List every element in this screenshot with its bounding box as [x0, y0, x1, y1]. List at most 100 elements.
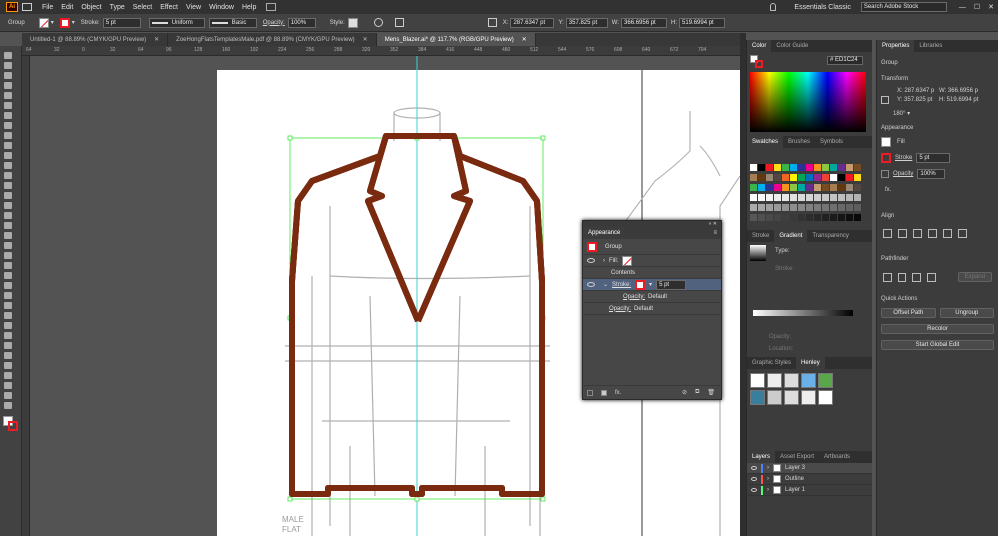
- swatch-chip[interactable]: [782, 174, 789, 181]
- tab-artboards[interactable]: Artboards: [819, 451, 855, 463]
- close-icon[interactable]: ✕: [154, 36, 159, 43]
- swatch-chip[interactable]: [758, 194, 765, 201]
- graphic-style-swatch[interactable]: [750, 390, 765, 405]
- tool-button[interactable]: [4, 52, 12, 59]
- menu-object[interactable]: Object: [77, 4, 105, 11]
- swatches-grid[interactable]: [747, 148, 872, 230]
- graphic-style-swatch[interactable]: [750, 373, 765, 388]
- recolor-icon[interactable]: [373, 18, 383, 27]
- swatch-chip[interactable]: [766, 204, 773, 211]
- home-icon[interactable]: [22, 3, 32, 11]
- layer-name[interactable]: Outline: [785, 476, 804, 482]
- swatch-chip[interactable]: [758, 214, 765, 221]
- appearance-stroke-weight[interactable]: 5 pt: [656, 279, 687, 290]
- prop-h[interactable]: H: 519.6994 pt: [939, 97, 983, 103]
- tab-henley[interactable]: Henley: [796, 357, 825, 369]
- tool-button[interactable]: [4, 372, 12, 379]
- swatch-chip[interactable]: [854, 174, 861, 181]
- swatch-chip[interactable]: [814, 174, 821, 181]
- add-stroke-icon[interactable]: [587, 389, 593, 396]
- swatch-chip[interactable]: [782, 204, 789, 211]
- tool-button[interactable]: [4, 222, 12, 229]
- align-button[interactable]: [928, 229, 937, 238]
- graphic-style-swatch[interactable]: [801, 373, 816, 388]
- tool-button[interactable]: [4, 202, 12, 209]
- expand-button[interactable]: Expand: [957, 272, 992, 282]
- tab-untitled[interactable]: Untitled-1 @ 88.89% (CMYK/GPU Preview) ✕: [22, 33, 169, 46]
- swatch-chip[interactable]: [798, 214, 805, 221]
- swatch-chip[interactable]: [790, 164, 797, 171]
- tab-libraries[interactable]: Libraries: [914, 40, 947, 52]
- swatch-chip[interactable]: [854, 214, 861, 221]
- prop-y[interactable]: Y: 357.825 pt: [897, 97, 937, 103]
- swatch-chip[interactable]: [766, 174, 773, 181]
- tool-button[interactable]: [4, 292, 12, 299]
- swatch-chip[interactable]: [830, 174, 837, 181]
- swatch-chip[interactable]: [782, 164, 789, 171]
- tool-button[interactable]: [4, 362, 12, 369]
- color-spectrum[interactable]: [750, 72, 866, 132]
- expand-icon[interactable]: ›: [767, 487, 769, 493]
- tool-button[interactable]: [4, 302, 12, 309]
- menu-window[interactable]: Window: [205, 4, 238, 11]
- close-button[interactable]: ✕: [984, 3, 998, 11]
- tab-layers[interactable]: Layers: [747, 451, 776, 463]
- tool-button[interactable]: [4, 112, 12, 119]
- swatch-chip[interactable]: [854, 164, 861, 171]
- eye-icon[interactable]: [587, 282, 595, 287]
- eye-icon[interactable]: [751, 466, 757, 470]
- prop-opacity-row[interactable]: Opacity 100%: [877, 165, 998, 183]
- trash-icon[interactable]: 🗑: [707, 389, 721, 396]
- variable-width-profile[interactable]: Uniform: [148, 17, 205, 28]
- swatch-chip[interactable]: [790, 184, 797, 191]
- h-field[interactable]: 519.6994 pt: [679, 17, 726, 28]
- swatch-chip[interactable]: [766, 194, 773, 201]
- recolor-button[interactable]: Recolor: [881, 324, 994, 334]
- eye-icon[interactable]: [751, 477, 757, 481]
- hex-field[interactable]: # ED1C24: [827, 56, 863, 65]
- swatch-chip[interactable]: [854, 184, 861, 191]
- swatch-chip[interactable]: [766, 184, 773, 191]
- swatch-chip[interactable]: [814, 164, 821, 171]
- tool-button[interactable]: [4, 332, 12, 339]
- start-global-edit-button[interactable]: Start Global Edit: [881, 340, 994, 350]
- layout-icon[interactable]: [266, 3, 277, 11]
- menu-help[interactable]: Help: [238, 4, 260, 11]
- menu-edit[interactable]: Edit: [57, 4, 77, 11]
- swatch-chip[interactable]: [830, 194, 837, 201]
- tab-symbols[interactable]: Symbols: [815, 136, 848, 148]
- layer-row[interactable]: › Layer 3: [747, 463, 872, 474]
- tab-transparency[interactable]: Transparency: [807, 230, 853, 242]
- lightbulb-icon[interactable]: [770, 3, 777, 11]
- swatch-chip[interactable]: [766, 214, 773, 221]
- swatch-chip[interactable]: [758, 184, 765, 191]
- swatch-chip[interactable]: [822, 174, 829, 181]
- workspace-switcher[interactable]: Essentials Classic: [790, 4, 854, 11]
- swatch-chip[interactable]: [830, 164, 837, 171]
- swatch-chip[interactable]: [790, 194, 797, 201]
- swatch-chip[interactable]: [854, 204, 861, 211]
- layer-row[interactable]: › Outline: [747, 474, 872, 485]
- tab-asset-export[interactable]: Asset Export: [775, 451, 819, 463]
- swatch-chip[interactable]: [830, 204, 837, 211]
- panel-menu-icon[interactable]: ≡: [713, 230, 721, 236]
- swatch-chip[interactable]: [750, 174, 757, 181]
- swatch-chip[interactable]: [774, 214, 781, 221]
- swatch-chip[interactable]: [750, 204, 757, 211]
- tool-button[interactable]: [4, 262, 12, 269]
- tool-button[interactable]: [4, 232, 12, 239]
- tool-button[interactable]: [4, 192, 12, 199]
- tab-color[interactable]: Color: [747, 40, 772, 52]
- align-button[interactable]: [898, 229, 907, 238]
- pathfinder-button[interactable]: [926, 272, 936, 282]
- graphic-styles-grid[interactable]: [747, 369, 872, 451]
- color-stroke-swatch[interactable]: [755, 60, 763, 68]
- close-icon[interactable]: ✕: [363, 36, 368, 43]
- swatch-chip[interactable]: [782, 184, 789, 191]
- minimize-button[interactable]: —: [955, 4, 970, 11]
- swatch-chip[interactable]: [846, 194, 853, 201]
- menu-type[interactable]: Type: [106, 4, 129, 11]
- swatch-chip[interactable]: [822, 184, 829, 191]
- layer-name[interactable]: Layer 3: [785, 465, 805, 471]
- tool-button[interactable]: [4, 322, 12, 329]
